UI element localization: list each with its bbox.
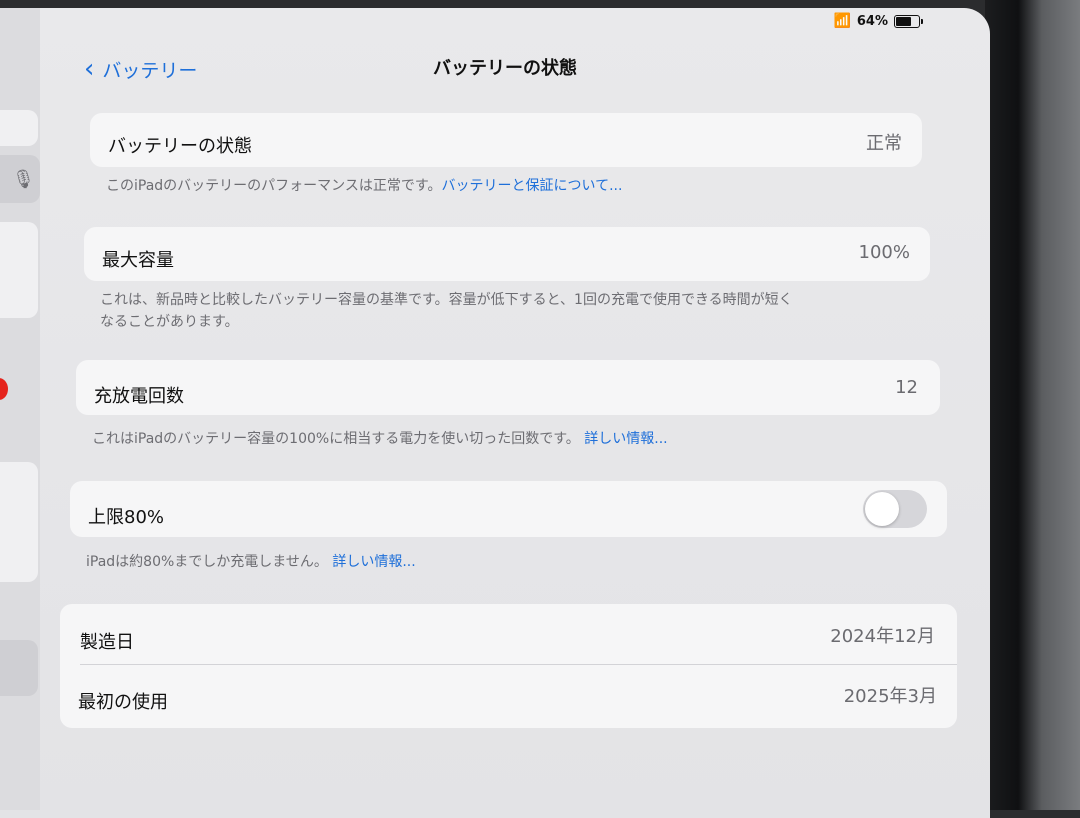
limit-footer: iPadは約80%までしか充電しません。 詳しい情報...	[86, 551, 416, 573]
sidebar-item-selected[interactable]	[0, 640, 38, 696]
health-footer-text: このiPadのバッテリーのパフォーマンスは正常です。	[106, 178, 442, 194]
capacity-label: 最大容量	[102, 250, 174, 271]
capacity-value: 100%	[858, 242, 910, 263]
wifi-icon: 📶	[833, 13, 851, 29]
cycle-more-info-link[interactable]: 詳しい情報...	[584, 431, 667, 447]
cycle-count-footer: これはiPadのバッテリー容量の100%に相当する電力を使い切った回数です。 詳…	[92, 428, 668, 450]
cycle-count-value: 12	[895, 377, 918, 398]
microphone-icon: 🎙	[12, 169, 35, 190]
capacity-footer-line2: なることがあります。	[100, 314, 239, 330]
limit-more-info-link[interactable]: 詳しい情報...	[332, 554, 415, 570]
cycle-count-label: 充放電回数	[94, 386, 184, 407]
first-use-value: 2025年3月	[843, 686, 937, 707]
health-footer: このiPadのバッテリーのパフォーマンスは正常です。バッテリーと保証について..…	[106, 175, 622, 197]
capacity-row: 最大容量 100%	[84, 227, 930, 281]
limit-footer-text: iPadは約80%までしか充電しません。	[86, 554, 328, 570]
status-bar: 📶 64%	[833, 13, 923, 29]
dates-group: 製造日 2024年12月 最初の使用 2025年3月	[60, 604, 957, 728]
battery-icon	[894, 14, 923, 28]
divider	[80, 664, 957, 665]
health-value: 正常	[866, 133, 902, 154]
capacity-footer-line1: これは、新品時と比較したバッテリー容量の基準です。容量が低下すると、1回の充電で…	[100, 292, 793, 308]
capacity-footer: これは、新品時と比較したバッテリー容量の基準です。容量が低下すると、1回の充電で…	[100, 289, 793, 333]
limit-80-toggle[interactable]	[863, 490, 927, 528]
sidebar-item[interactable]	[0, 462, 38, 582]
sidebar-item[interactable]	[0, 110, 38, 146]
sidebar-item[interactable]	[0, 222, 38, 318]
health-row: バッテリーの状態 正常	[90, 113, 922, 167]
toggle-knob	[865, 492, 899, 526]
limit-label: 上限80%	[88, 507, 165, 528]
first-use-label: 最初の使用	[78, 692, 168, 713]
cycle-count-row: 充放電回数 12	[76, 360, 940, 415]
limit-row: 上限80%	[70, 481, 947, 537]
cycle-footer-text: これはiPadのバッテリー容量の100%に相当する電力を使い切った回数です。	[92, 431, 580, 447]
page-title: バッテリーの状態	[433, 58, 577, 79]
health-label: バッテリーの状態	[108, 136, 252, 157]
manufacture-label: 製造日	[80, 632, 134, 653]
battery-percent: 64%	[856, 13, 888, 29]
device-bezel	[985, 0, 1080, 810]
manufacture-value: 2024年12月	[830, 626, 935, 647]
sidebar-search-mic[interactable]: 🎙	[0, 155, 40, 203]
battery-warranty-link[interactable]: バッテリーと保証について...	[442, 178, 623, 194]
